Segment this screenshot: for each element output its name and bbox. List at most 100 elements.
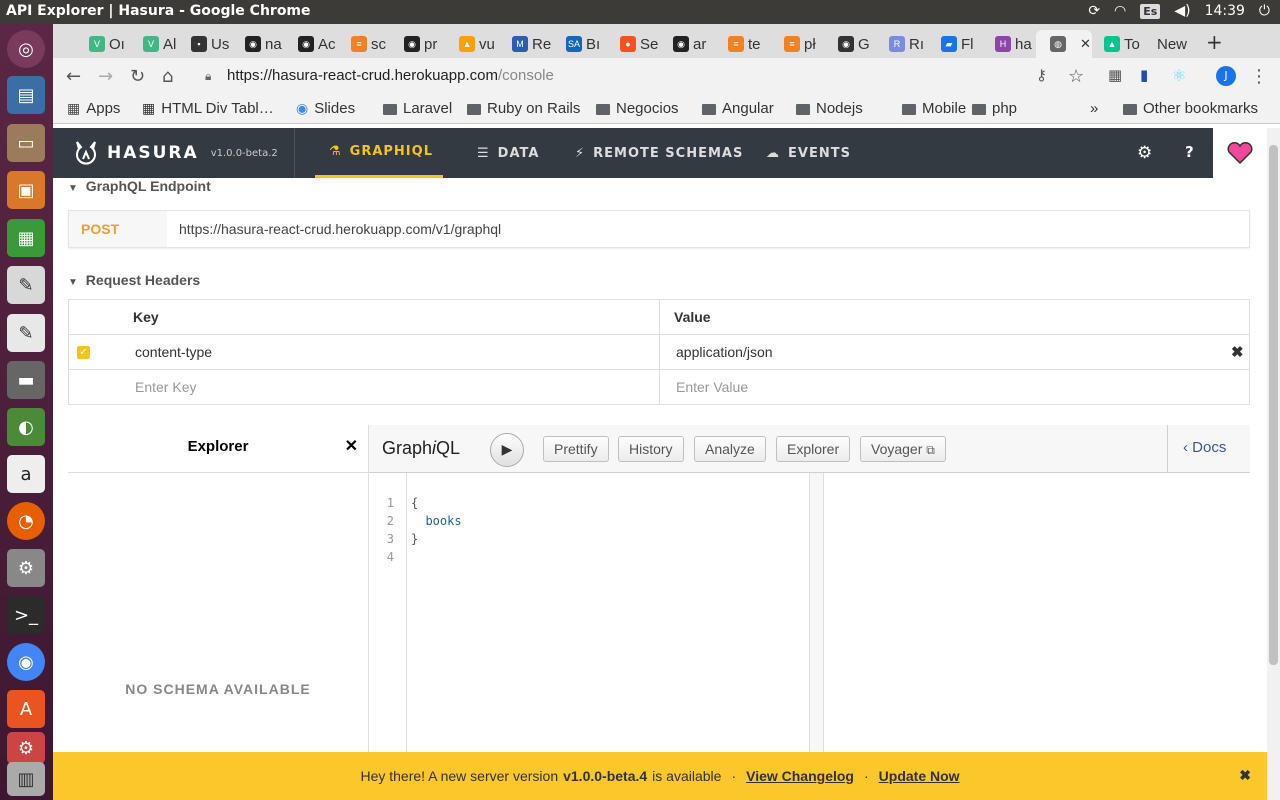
http-method[interactable]: POST [69,211,167,247]
query-editor[interactable]: 1 2 3 4 { books} [369,473,809,752]
lock-icon[interactable]: 🔒︎ [205,62,211,90]
amazon-icon[interactable]: a [7,455,45,493]
bookmark-item[interactable]: Mobile [902,100,966,117]
bookmark-item[interactable]: ▦ HTML Div Tabl… [142,100,274,117]
impress-icon[interactable]: ▣ [7,171,45,209]
stack-icon[interactable]: ⚙ [7,732,45,764]
keyboard-layout-indicator[interactable]: Es [1140,3,1161,19]
header-value-input[interactable]: application/json [676,335,773,369]
volume-icon[interactable]: ◀) [1174,3,1190,19]
chrome-icon[interactable]: ◉ [7,643,45,681]
hasura-logo[interactable]: HASURA v1.0.0-beta.2 [73,140,278,166]
browser-tab[interactable]: V Al [129,30,183,58]
update-now-link[interactable]: Update Now [879,768,960,784]
browser-tab[interactable]: ▰ Fl [927,30,981,58]
browser-tab[interactable]: Hha [981,30,1035,58]
firefox-icon[interactable]: ◔ [7,502,45,540]
calc-icon[interactable]: ▦ [7,219,45,257]
browser-tab[interactable]: ● Se [606,30,660,58]
page-scrollbar-thumb[interactable] [1269,145,1278,665]
browser-tab[interactable]: ≡ te [714,30,768,58]
image-viewer-icon[interactable]: ◐ [7,408,45,446]
endpoint-section-toggle[interactable]: ▼ GraphQL Endpoint [68,178,211,194]
new-tab-label[interactable]: New [1143,30,1197,58]
bookmark-item[interactable]: php [972,100,1017,117]
texteditor-icon[interactable]: ✎ [7,314,45,352]
help-icon[interactable]: ? [1185,143,1194,161]
bookmark-item[interactable]: Ruby on Rails [467,100,580,117]
analyze-button[interactable]: Analyze [694,436,766,462]
browser-tab[interactable]: ◍ ✕ [1036,30,1092,58]
execute-query-button[interactable]: ▶ [490,433,524,467]
browser-tab[interactable]: SA Bı [552,30,606,58]
bookmark-item[interactable]: Negocios [596,100,679,117]
new-header-value-input[interactable]: Enter Value [676,370,748,405]
browser-tab[interactable]: ◉ na [231,30,285,58]
forward-icon[interactable]: → [98,66,113,87]
browser-tab[interactable]: ◉ Ac [284,30,338,58]
voyager-button[interactable]: Voyager ⧉ [860,436,946,462]
browser-tab[interactable]: ▲ vu [445,30,499,58]
nav-tab-data[interactable]: ☰ DATA [463,128,549,178]
bookmark-item[interactable]: Nodejs [796,100,863,117]
terminal-icon[interactable]: >_ [7,596,45,634]
react-devtools-icon[interactable]: ⚛ [1172,66,1186,85]
writer-icon[interactable]: ✎ [7,266,45,304]
new-header-key-input[interactable]: Enter Key [135,370,196,405]
bookmark-apps[interactable]: ▦ Apps [67,100,120,117]
power-icon[interactable]: ⏻ [1259,3,1270,19]
wifi-icon[interactable]: ◠ [1114,3,1126,19]
headers-section-toggle[interactable]: ▼ Request Headers [68,272,200,288]
browser-tab[interactable]: ≡ pł [770,30,824,58]
browser-tab[interactable]: ◉ pr [390,30,444,58]
prettify-button[interactable]: Prettify [543,436,609,462]
bookmark-item[interactable]: Laravel [383,100,452,117]
bookmark-item[interactable]: ◉ Slides [296,100,355,117]
clock[interactable]: 14:39 [1205,3,1245,19]
back-icon[interactable]: ← [66,66,81,87]
ubuntu-icon[interactable]: ◎ [7,30,45,68]
browser-tab[interactable]: ≡ sc [337,30,391,58]
browser-tab[interactable]: ▲ To [1090,30,1144,58]
browser-tab[interactable]: ◉ ar [659,30,713,58]
new-tab-icon[interactable]: + [1206,30,1223,54]
reload-icon[interactable]: ↻ [130,66,145,87]
files-icon[interactable]: ▭ [7,124,45,162]
bookmark-item[interactable]: Angular [702,100,774,117]
remove-header-icon[interactable]: ✖ [1231,335,1244,369]
close-icon[interactable]: ✕ [345,425,358,469]
bookmark-other[interactable]: Other bookmarks [1123,100,1258,117]
files-doc-icon[interactable]: ▤ [7,76,45,114]
star-icon[interactable]: ☆ [1068,66,1084,87]
browser-tab[interactable]: ▪ Us [177,30,231,58]
bookmarks-overflow-button[interactable]: » [1090,100,1098,117]
docs-button[interactable]: ‹ Docs [1183,439,1226,456]
browser-tab[interactable]: ◉ G [824,30,878,58]
software-center-icon[interactable]: A [7,690,45,728]
home-icon[interactable]: ⌂ [162,66,173,87]
menu-icon[interactable]: ⋮ [1250,66,1268,87]
heart-button[interactable] [1213,128,1267,178]
history-button[interactable]: History [618,436,684,462]
profile-avatar[interactable]: J [1216,66,1236,86]
settings-gear-icon[interactable]: ⚙ [1137,143,1152,163]
browser-tab[interactable]: R Rı [875,30,929,58]
extension-icon[interactable]: ▮ [1140,66,1148,84]
browser-tab[interactable]: V Oı [75,30,129,58]
nav-tab-remote-schemas[interactable]: ⚡ REMOTE SCHEMAS [561,128,753,178]
nav-tab-events[interactable]: ☁ EVENTS [752,128,861,178]
settings-icon[interactable]: ⚙ [7,549,45,587]
key-icon[interactable]: ⚷ [1036,66,1047,84]
header-key-input[interactable]: content-type [135,335,212,369]
address-bar[interactable]: 🔒︎ https://hasura-react-crud.herokuapp.c… [193,62,1118,90]
screen-icon[interactable]: ▬ [7,361,45,399]
view-changelog-link[interactable]: View Changelog [746,768,854,784]
query-code[interactable]: { books} [411,494,462,566]
endpoint-url[interactable]: https://hasura-react-crud.herokuapp.com/… [179,211,501,247]
extension-grid-icon[interactable]: ▦ [1108,66,1122,84]
explorer-button[interactable]: Explorer [776,436,851,462]
header-enabled-checkbox[interactable]: ✓ [77,346,90,359]
sync-icon[interactable]: ⟳ [1088,3,1100,19]
close-notification-icon[interactable]: ✖ [1239,767,1251,784]
browser-tab[interactable]: M Re [498,30,552,58]
